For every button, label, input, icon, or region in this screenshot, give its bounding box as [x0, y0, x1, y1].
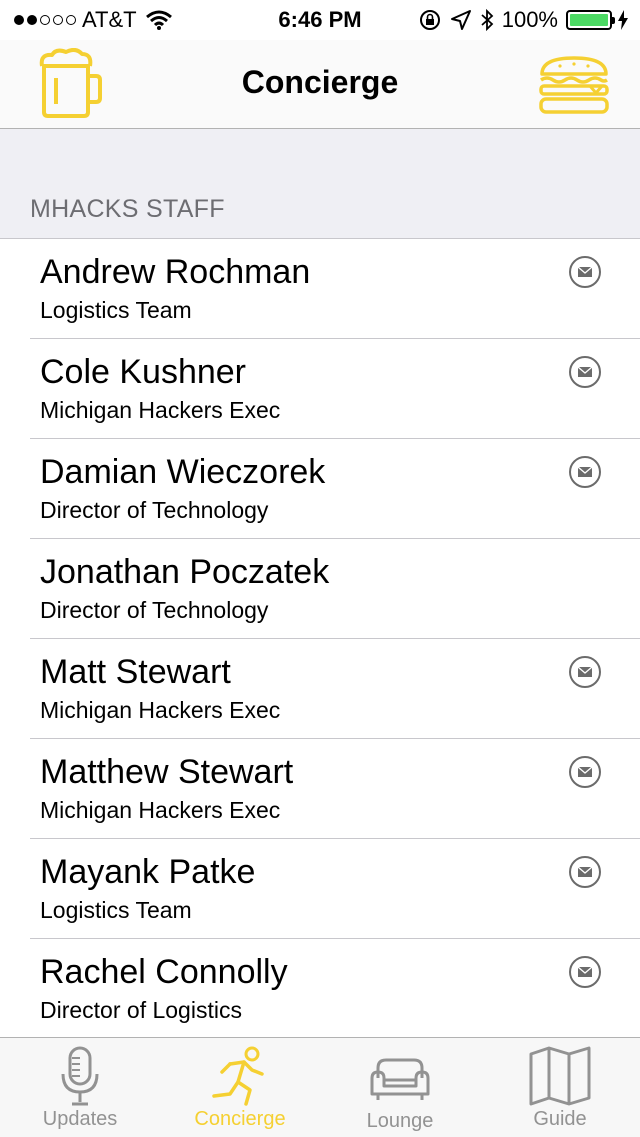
staff-role: Logistics Team — [40, 897, 192, 923]
list-item[interactable]: Matt Stewart Michigan Hackers Exec — [30, 639, 640, 739]
burger-icon[interactable] — [538, 56, 610, 114]
battery-percent: 100% — [501, 7, 558, 32]
staff-name: Damian Wieczorek — [40, 453, 326, 491]
list-item[interactable]: Matthew Stewart Michigan Hackers Exec — [30, 739, 640, 839]
tab-guide[interactable]: Guide — [480, 1038, 640, 1137]
list-item[interactable]: Jonathan Poczatek Director of Technology — [30, 539, 640, 639]
mail-icon[interactable] — [568, 755, 602, 789]
mail-icon[interactable] — [568, 855, 602, 889]
status-bar: AT&T 6:46 PM 100% — [0, 0, 640, 40]
tab-label: Lounge — [366, 1110, 434, 1132]
bluetooth-icon — [481, 8, 494, 32]
tab-updates[interactable]: Updates — [0, 1038, 160, 1137]
tab-concierge[interactable]: Concierge — [160, 1038, 320, 1137]
navigation-bar: Concierge — [0, 40, 640, 129]
tab-lounge[interactable]: Lounge — [320, 1038, 480, 1137]
location-arrow-icon — [450, 10, 471, 30]
staff-role: Logistics Team — [40, 297, 192, 323]
list-item[interactable]: Cole Kushner Michigan Hackers Exec — [30, 339, 640, 439]
couch-icon — [370, 1058, 430, 1100]
staff-role: Michigan Hackers Exec — [40, 397, 281, 423]
charging-bolt-icon — [618, 10, 628, 30]
map-icon — [529, 1046, 591, 1106]
status-right: 100% — [418, 7, 628, 33]
battery-icon — [566, 10, 615, 30]
rotation-lock-icon — [419, 10, 440, 30]
mail-icon[interactable] — [568, 655, 602, 689]
staff-name: Cole Kushner — [40, 353, 247, 391]
mail-icon[interactable] — [568, 455, 602, 489]
mail-icon[interactable] — [568, 355, 602, 389]
microphone-icon — [61, 1046, 99, 1106]
staff-name: Mayank Patke — [40, 853, 256, 891]
staff-name: Matt Stewart — [40, 653, 231, 691]
tab-label: Concierge — [194, 1108, 286, 1130]
mail-icon[interactable] — [568, 955, 602, 989]
section-title: MHACKS STAFF — [30, 195, 225, 223]
staff-role: Director of Logistics — [40, 997, 242, 1023]
tab-bar: Updates Concierge Lounge Guide — [0, 1037, 640, 1137]
staff-name: Jonathan Poczatek — [40, 553, 330, 591]
list-item[interactable]: Mayank Patke Logistics Team — [30, 839, 640, 939]
list-item[interactable]: Rachel Connolly Director of Logistics — [30, 939, 640, 1038]
staff-name: Andrew Rochman — [40, 253, 311, 291]
mail-icon[interactable] — [568, 255, 602, 289]
staff-name: Matthew Stewart — [40, 753, 294, 791]
runner-icon — [212, 1046, 264, 1106]
section-header: MHACKS STAFF — [0, 129, 640, 239]
staff-role: Michigan Hackers Exec — [40, 797, 281, 823]
list-item[interactable]: Damian Wieczorek Director of Technology — [30, 439, 640, 539]
tab-label: Guide — [533, 1108, 587, 1130]
staff-list: Andrew Rochman Logistics Team Cole Kushn… — [0, 239, 640, 1038]
staff-role: Director of Technology — [40, 497, 269, 523]
staff-role: Director of Technology — [40, 597, 269, 623]
staff-name: Rachel Connolly — [40, 953, 288, 991]
tab-label: Updates — [42, 1108, 118, 1130]
staff-role: Michigan Hackers Exec — [40, 697, 281, 723]
list-item[interactable]: Andrew Rochman Logistics Team — [30, 239, 640, 339]
